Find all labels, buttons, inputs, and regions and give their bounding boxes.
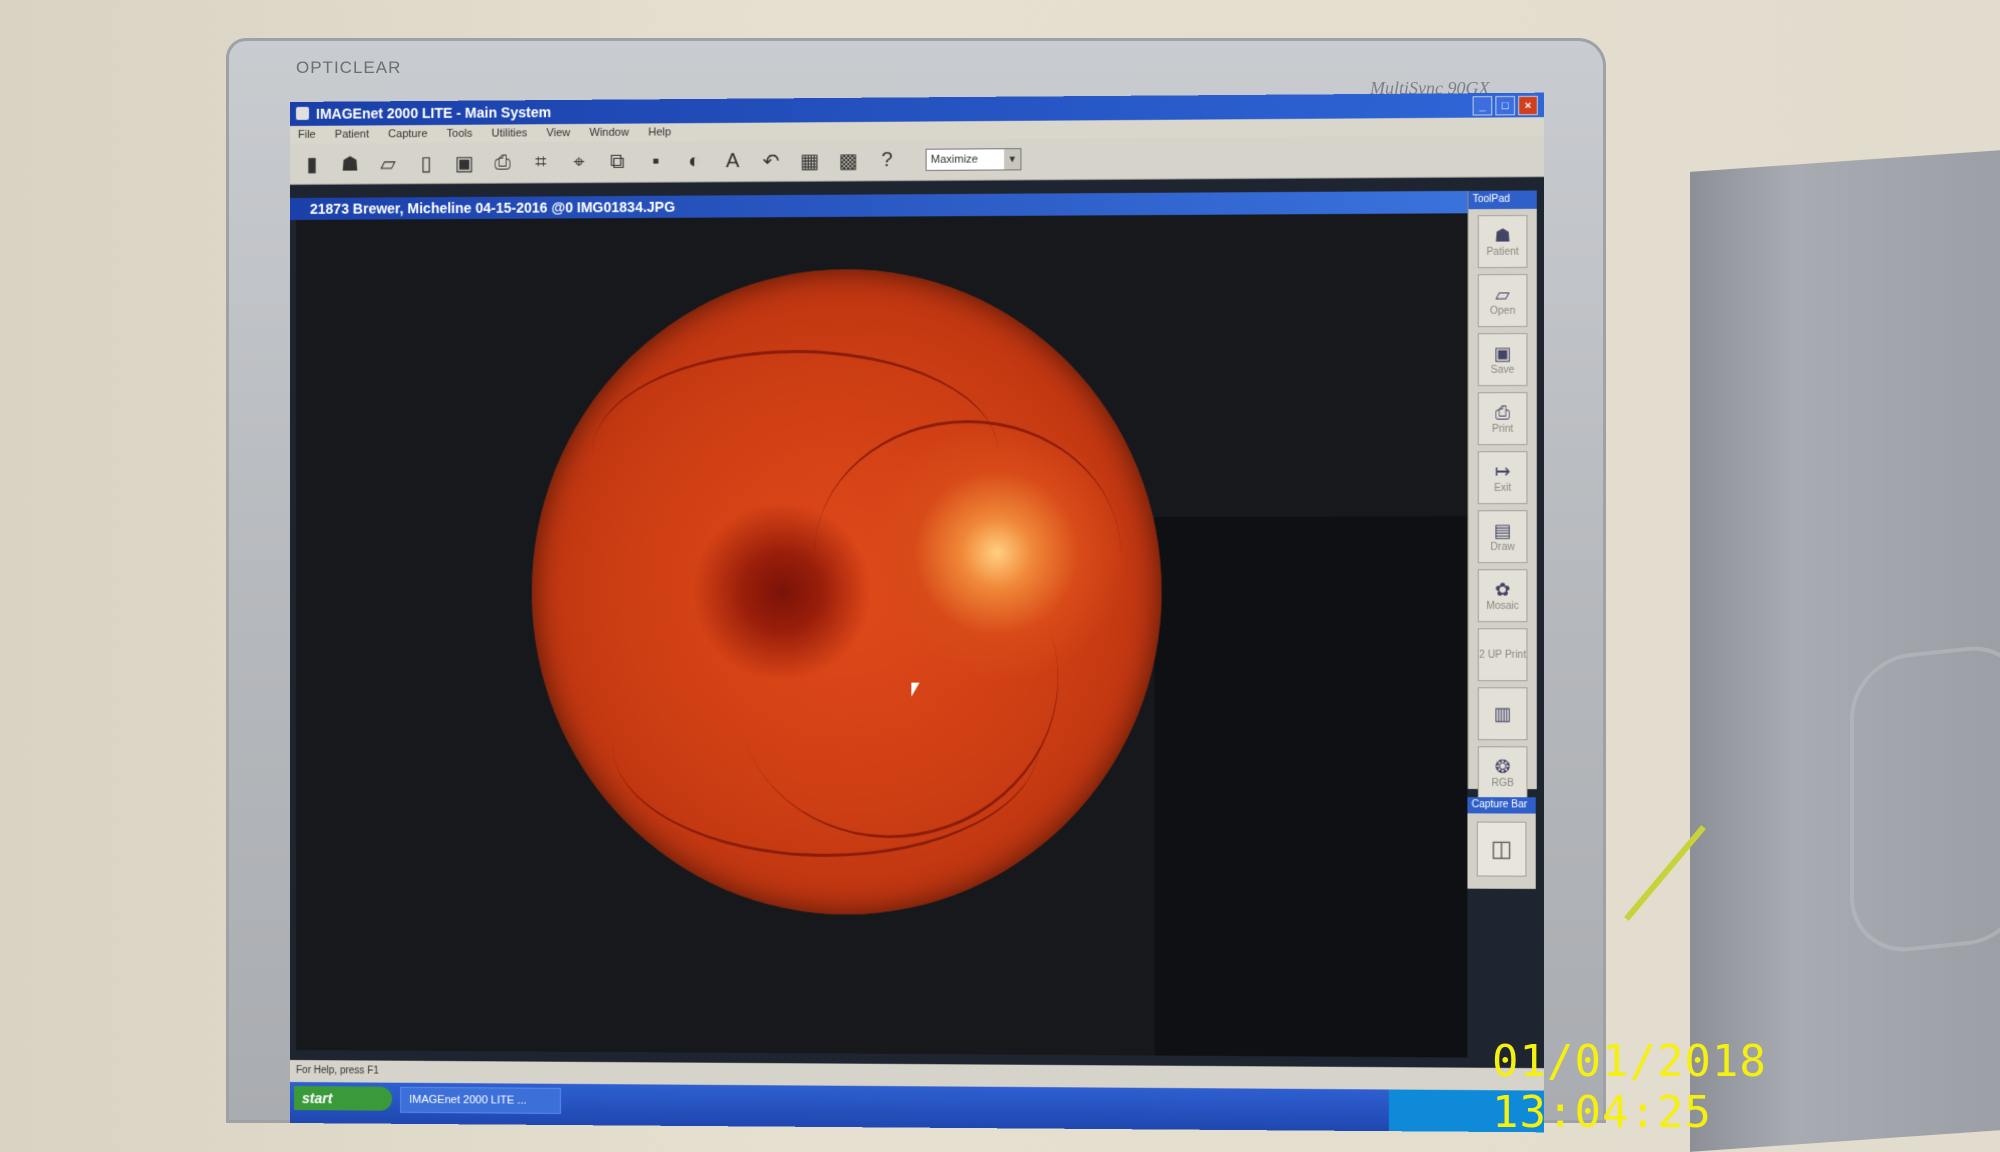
window-controls: _ □ ×: [1473, 96, 1538, 116]
close-button[interactable]: ×: [1518, 96, 1538, 115]
retina-fundus-image: [532, 268, 1162, 916]
menu-capture[interactable]: Capture: [388, 128, 427, 140]
chevron-down-icon: ▾: [1004, 149, 1020, 169]
toolpad-label: Exit: [1494, 483, 1511, 494]
capture-button[interactable]: ◫: [1477, 822, 1527, 877]
toolpad-2up-print-button[interactable]: 2 UP Print: [1478, 628, 1528, 681]
menu-window[interactable]: Window: [589, 127, 628, 139]
paste-icon[interactable]: ▪: [642, 147, 670, 175]
hp-logo: [1850, 641, 2000, 958]
toolpad-label: RGB: [1491, 778, 1513, 789]
toolpad-print-button[interactable]: ⎙ Print: [1478, 392, 1528, 445]
menu-file[interactable]: File: [298, 129, 316, 141]
background-panel: [1154, 516, 1467, 1057]
crop-icon[interactable]: ⌖: [565, 148, 593, 176]
toolpad-label: Print: [1492, 424, 1513, 435]
app-title: IMAGEnet 2000 LITE - Main System: [316, 104, 551, 122]
toolpad-patient-button[interactable]: ☗ Patient: [1478, 215, 1528, 268]
help-icon[interactable]: ?: [873, 146, 901, 174]
print-icon[interactable]: ⎙: [489, 148, 517, 176]
book-icon[interactable]: ▮: [298, 150, 326, 178]
monitor-brand-label: OPTICLEAR: [296, 58, 401, 78]
toolpad: ToolPad ☗ Patient ▱ Open ▣ Save ⎙ Print ↦ Exi…: [1467, 190, 1536, 789]
minimize-button[interactable]: _: [1473, 96, 1493, 115]
zoom-select[interactable]: Maximize ▾: [926, 148, 1022, 171]
screen: IMAGEnet 2000 LITE - Main System _ □ × F…: [290, 93, 1544, 1133]
contrast-icon[interactable]: ◐: [680, 147, 708, 175]
image-window-title: 21873 Brewer, Micheline 04-15-2016 @0 IM…: [310, 199, 675, 217]
menu-view[interactable]: View: [546, 127, 570, 139]
start-button[interactable]: start: [294, 1086, 392, 1111]
undo-icon[interactable]: ↶: [757, 147, 785, 175]
taskbar-app-button[interactable]: IMAGEnet 2000 LITE ...: [400, 1087, 561, 1114]
exit-icon: ↦: [1495, 461, 1511, 482]
toolpad-label: 2 UP Print: [1479, 649, 1526, 660]
toolpad-label: Open: [1490, 306, 1515, 317]
mosaic-icon[interactable]: ▩: [834, 146, 862, 174]
menu-help[interactable]: Help: [648, 126, 671, 138]
image-viewport[interactable]: [296, 213, 1467, 1057]
toolpad-label: Draw: [1491, 542, 1515, 553]
toolpad-rgb-button[interactable]: ❂ RGB: [1478, 746, 1528, 799]
menu-utilities[interactable]: Utilities: [492, 127, 528, 139]
camera-icon: ◫: [1491, 836, 1513, 863]
toolpad-label: Save: [1491, 365, 1515, 376]
toolpad-exit-button[interactable]: ↦ Exit: [1478, 451, 1528, 504]
new-document-icon[interactable]: ▯: [412, 149, 440, 177]
toolpad-draw-button[interactable]: ▤ Draw: [1478, 510, 1528, 563]
patient-icon: ☗: [1494, 225, 1511, 246]
toolpad-open-button[interactable]: ▱ Open: [1478, 274, 1528, 327]
toolpad-mosaic-button[interactable]: ✿ Mosaic: [1478, 569, 1528, 622]
mouse-cursor: [911, 683, 919, 697]
menu-patient[interactable]: Patient: [335, 128, 369, 140]
menu-tools[interactable]: Tools: [447, 128, 473, 140]
capture-bar: Capture Bar ◫: [1467, 797, 1535, 889]
toolpad-title: ToolPad: [1468, 190, 1536, 209]
save-icon[interactable]: ▣: [450, 149, 478, 177]
folder-icon: ▱: [1495, 284, 1509, 305]
mosaic-icon: ✿: [1495, 579, 1511, 600]
copy-icon[interactable]: ⧉: [603, 148, 631, 176]
maximize-button[interactable]: □: [1495, 96, 1515, 115]
vessel: [612, 632, 1038, 858]
capture-bar-title: Capture Bar: [1467, 797, 1535, 813]
app-icon: [296, 107, 309, 120]
patient-icon[interactable]: ☗: [336, 150, 364, 178]
grid-icon[interactable]: ▦: [796, 146, 824, 174]
toolpad-3d-button[interactable]: ▥: [1478, 687, 1528, 740]
toolpad-label: Patient: [1486, 247, 1518, 258]
text-icon[interactable]: A: [719, 147, 747, 175]
status-help-text: For Help, press F1: [296, 1065, 379, 1077]
vessel: [592, 349, 998, 554]
annotate-icon[interactable]: ⌗: [527, 148, 555, 176]
draw-icon: ▤: [1494, 520, 1512, 541]
save-icon: ▣: [1494, 343, 1512, 364]
toolpad-label: Mosaic: [1486, 601, 1519, 612]
zoom-value: Maximize: [931, 153, 978, 165]
3d-icon: ▥: [1494, 703, 1512, 724]
taskbar: start IMAGEnet 2000 LITE ...: [290, 1082, 1544, 1132]
toolpad-save-button[interactable]: ▣ Save: [1478, 333, 1528, 386]
print-icon: ⎙: [1495, 402, 1510, 423]
rgb-icon: ❂: [1495, 756, 1511, 777]
open-folder-icon[interactable]: ▱: [374, 149, 402, 177]
main-toolbar: ▮ ☗ ▱ ▯ ▣ ⎙ ⌗ ⌖ ⧉ ▪ ◐ A ↶ ▦ ▩ ? Maximize…: [290, 135, 1544, 185]
